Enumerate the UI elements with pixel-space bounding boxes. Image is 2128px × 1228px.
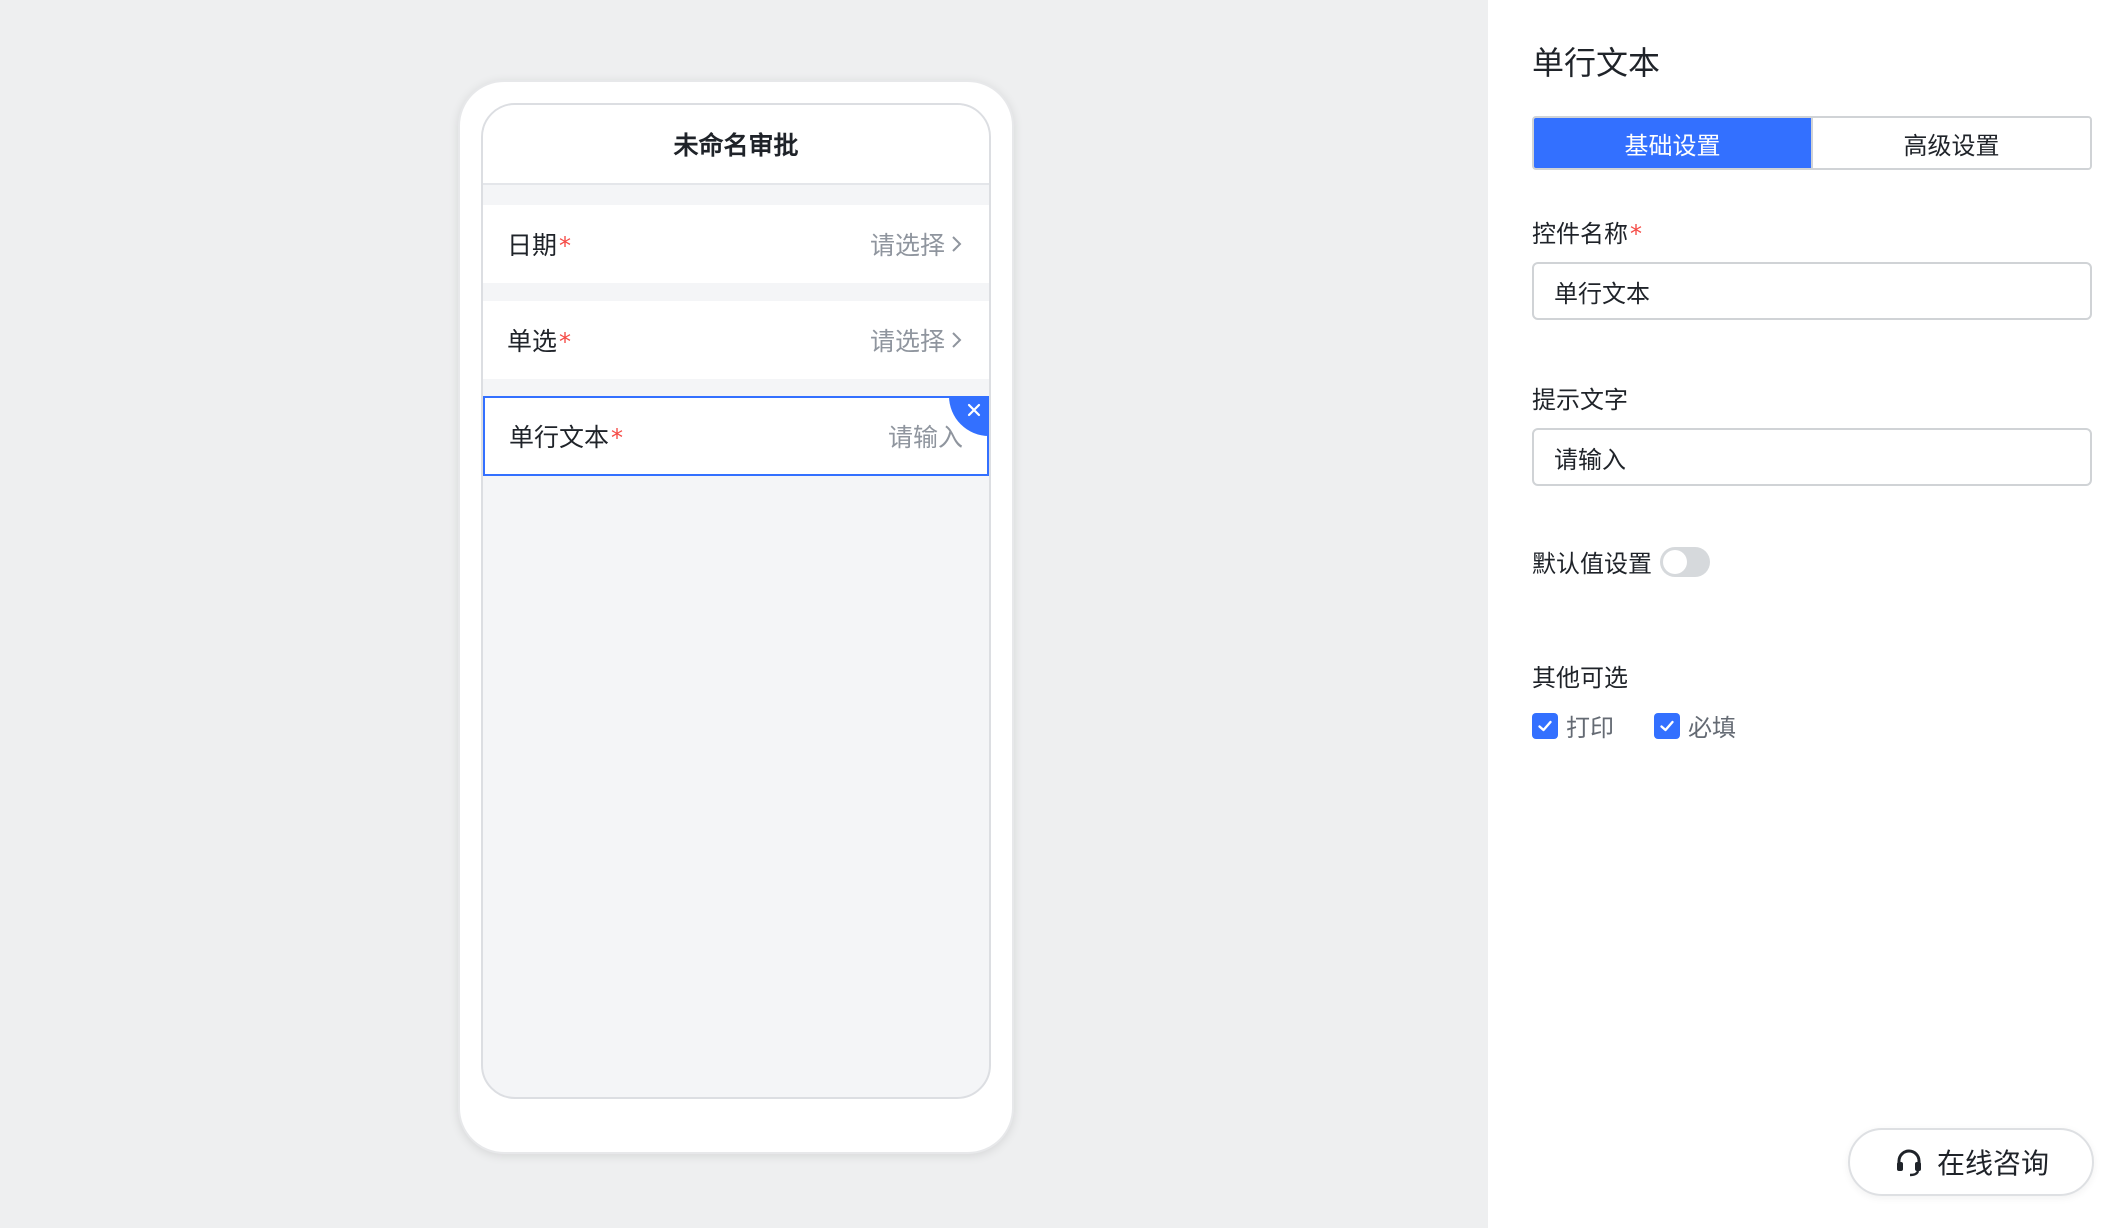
checkbox-checked[interactable]: [1654, 712, 1680, 739]
field-placeholder-wrap: 请选择: [870, 322, 965, 358]
other-options-label: 其他可选: [1532, 664, 1628, 692]
check-icon: [1660, 720, 1674, 731]
control-name-label: 控件名称: [1532, 220, 1628, 248]
panel-title: 单行文本: [1532, 44, 1661, 82]
default-value-row: 默认值设置: [1532, 544, 1710, 579]
field-label: 单选: [507, 327, 558, 356]
field-placeholder-wrap: 请选择: [870, 226, 965, 262]
form-field-radio[interactable]: 单选 * 请选择: [483, 301, 989, 379]
field-label: 日期: [507, 231, 558, 260]
toggle-knob: [1663, 549, 1687, 574]
settings-panel: 单行文本 基础设置 高级设置 控件名称 * 提示文字 默认值设置 其他可选: [1488, 0, 2128, 1228]
preview-canvas: 未命名审批 日期 * 请选择 单选 * 请选择 单行文本 * 请输入: [0, 0, 1488, 1228]
hint-text-input[interactable]: [1532, 428, 2092, 486]
app-root: 未命名审批 日期 * 请选择 单选 * 请选择 单行文本 * 请输入 单行文本 …: [0, 0, 2128, 1228]
control-name-label-wrap: 控件名称 *: [1532, 214, 1642, 249]
settings-tabs: 基础设置 高级设置: [1532, 116, 2092, 170]
form-field-date[interactable]: 日期 * 请选择: [483, 205, 989, 283]
field-placeholder: 请选择: [869, 327, 945, 356]
print-checkbox-item[interactable]: 打印: [1532, 708, 1614, 743]
tab-basic-settings[interactable]: 基础设置: [1534, 118, 1811, 168]
chevron-right-icon: [952, 332, 962, 348]
field-label-wrap: 单行文本 *: [509, 418, 623, 454]
hint-text-label: 提示文字: [1532, 386, 1628, 414]
online-consult-label: 在线咨询: [1936, 1147, 2049, 1180]
field-placeholder: 请输入: [887, 423, 963, 452]
headset-icon: [1896, 1149, 1921, 1177]
required-label: 必填: [1688, 714, 1736, 742]
control-name-input[interactable]: [1532, 262, 2092, 320]
required-mark: *: [559, 328, 572, 356]
check-icon: [1538, 720, 1552, 731]
checkbox-checked[interactable]: [1532, 712, 1558, 739]
required-checkbox-item[interactable]: 必填: [1654, 708, 1736, 743]
field-label-wrap: 单选 *: [507, 322, 571, 358]
chevron-right-icon: [952, 236, 962, 252]
required-mark: *: [611, 424, 624, 452]
field-placeholder-wrap: 请输入: [888, 418, 963, 454]
field-label-wrap: 日期 *: [507, 226, 571, 262]
online-consult-button[interactable]: 在线咨询: [1848, 1128, 2094, 1196]
required-mark: *: [1630, 220, 1642, 248]
field-label: 单行文本: [509, 423, 610, 452]
phone-screen: 未命名审批 日期 * 请选择 单选 * 请选择 单行文本 * 请输入: [481, 103, 991, 1099]
default-value-label: 默认值设置: [1532, 550, 1652, 578]
field-placeholder: 请选择: [869, 231, 945, 260]
print-label: 打印: [1566, 714, 1614, 742]
phone-frame: 未命名审批 日期 * 请选择 单选 * 请选择 单行文本 * 请输入: [458, 80, 1014, 1154]
other-options-group: 打印 必填: [1532, 708, 1776, 743]
default-value-toggle[interactable]: [1660, 546, 1710, 577]
form-title: 未命名审批: [483, 105, 989, 185]
required-mark: *: [559, 232, 572, 260]
tab-advanced-settings[interactable]: 高级设置: [1811, 118, 2090, 168]
close-icon: [967, 403, 981, 417]
form-field-single-line-text-selected[interactable]: 单行文本 * 请输入: [483, 396, 989, 476]
